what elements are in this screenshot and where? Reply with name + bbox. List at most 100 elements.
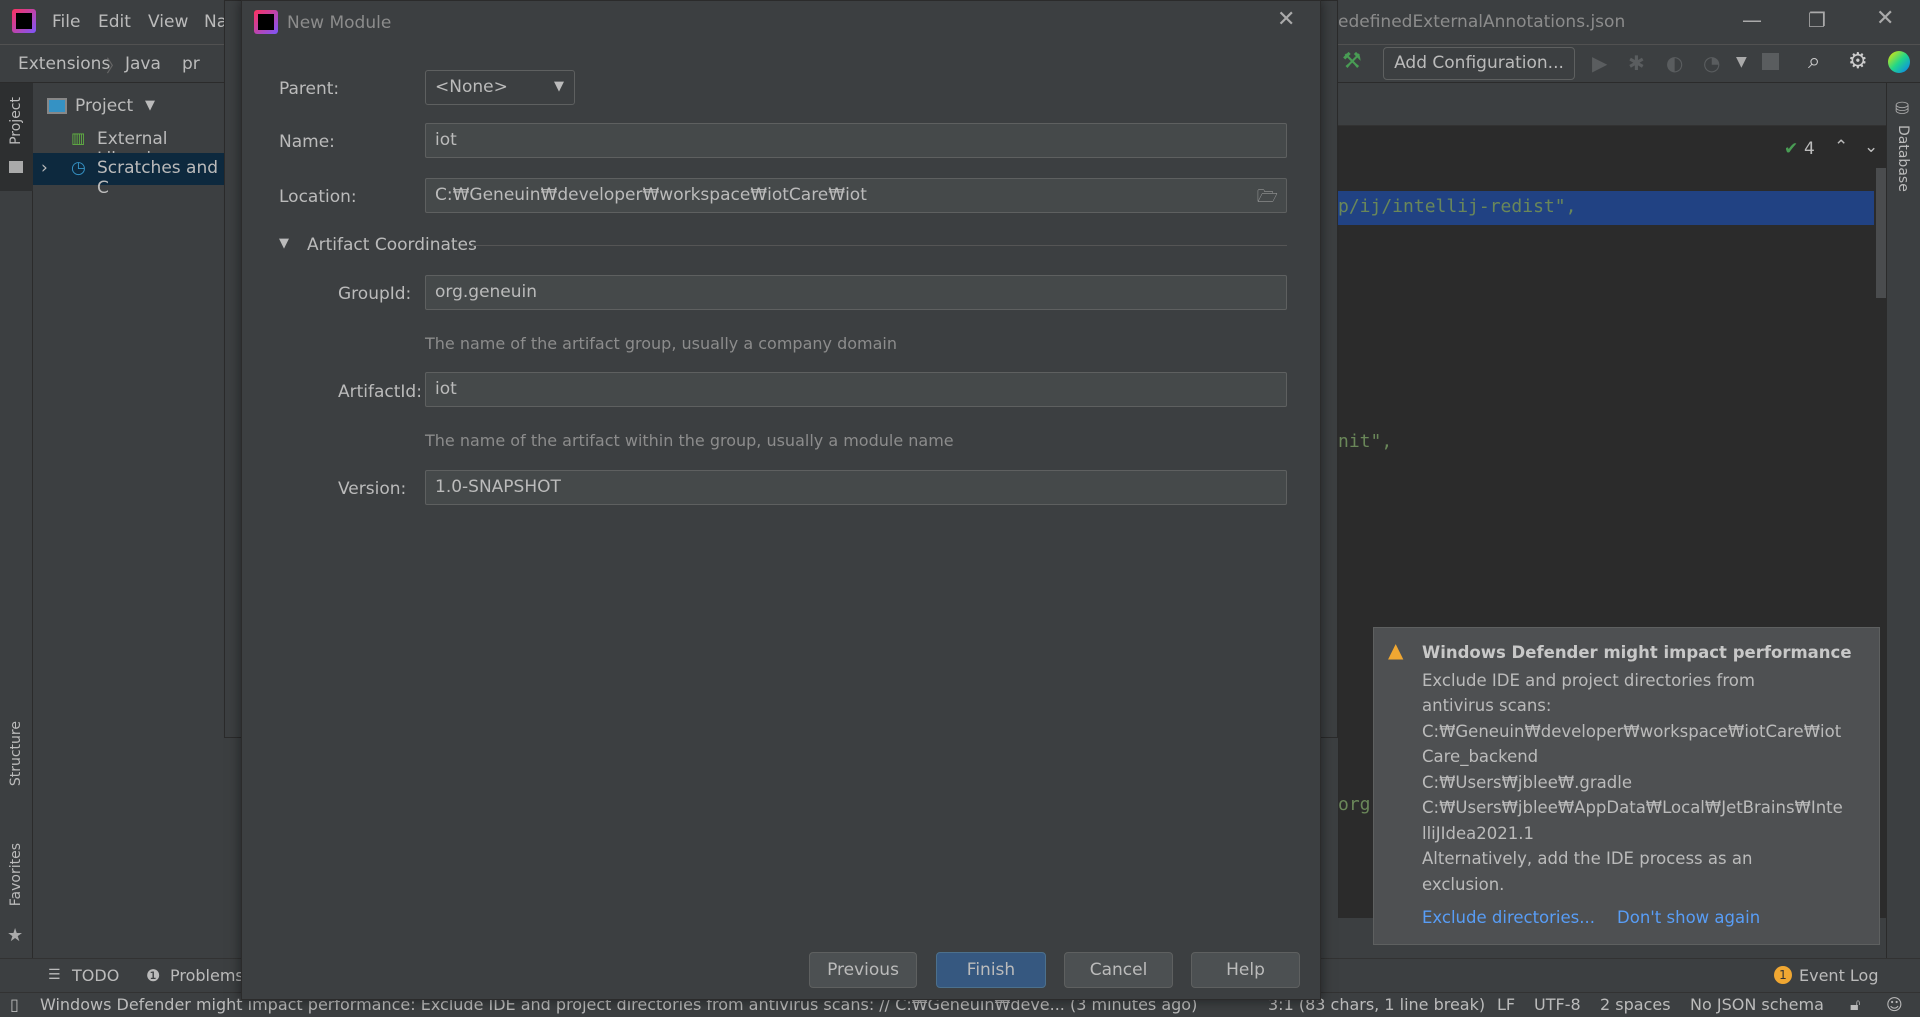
minimize-button[interactable]: — bbox=[1742, 8, 1762, 32]
dialog-title: New Module bbox=[287, 13, 392, 33]
finish-button[interactable]: Finish bbox=[936, 952, 1046, 988]
event-count-badge: 1 bbox=[1774, 966, 1792, 984]
location-label: Location: bbox=[279, 187, 357, 207]
left-tool-strip: Project Structure Favorites ★ bbox=[0, 83, 33, 958]
location-input[interactable]: C:₩Geneuin₩developer₩workspace₩iotCare₩i… bbox=[425, 178, 1287, 213]
artifactid-input[interactable]: iot bbox=[425, 372, 1287, 407]
gear-icon[interactable]: ⚙ bbox=[1848, 49, 1868, 74]
right-tool-strip: ⛁ Database bbox=[1886, 83, 1920, 958]
json-schema[interactable]: No JSON schema bbox=[1690, 995, 1824, 1014]
previous-highlight-icon[interactable]: ⌃ bbox=[1834, 137, 1848, 157]
notification-balloon: ▲ Windows Defender might impact performa… bbox=[1373, 627, 1880, 945]
warning-icon: ▲ bbox=[1388, 638, 1404, 662]
close-dialog-button[interactable]: ✕ bbox=[1277, 7, 1295, 32]
lock-icon[interactable]: 🔓︎ bbox=[1850, 995, 1860, 1015]
tool-window-database[interactable]: Database bbox=[1895, 125, 1911, 192]
profile-icon[interactable]: ◔ bbox=[1703, 51, 1720, 75]
menu-view[interactable]: View bbox=[148, 12, 188, 32]
menu-file[interactable]: File bbox=[52, 12, 80, 32]
name-input[interactable]: iot bbox=[425, 123, 1287, 158]
search-icon[interactable]: ⌕ bbox=[1808, 49, 1820, 74]
location-value: C:₩Geneuin₩developer₩workspace₩iotCare₩i… bbox=[435, 185, 867, 205]
exclude-directories-link[interactable]: Exclude directories... bbox=[1422, 908, 1595, 927]
menu-edit[interactable]: Edit bbox=[98, 12, 131, 32]
section-divider bbox=[472, 245, 1287, 246]
library-icon: ▥ bbox=[71, 129, 86, 147]
run-icon[interactable]: ▶ bbox=[1592, 51, 1607, 75]
notification-line: antivirus scans: bbox=[1422, 696, 1552, 715]
close-window-button[interactable]: ✕ bbox=[1876, 6, 1894, 31]
project-tool-label: Project bbox=[8, 97, 24, 145]
tool-window-event-log[interactable]: Event Log bbox=[1799, 966, 1879, 985]
structure-tool-label: Structure bbox=[8, 721, 24, 787]
new-module-dialog: New Module ✕ Parent: <None> ▼ Name: iot … bbox=[241, 0, 1321, 1000]
name-label: Name: bbox=[279, 132, 335, 152]
editor-scrollbar[interactable] bbox=[1876, 168, 1886, 298]
folder-icon bbox=[9, 161, 23, 173]
notification-line: Exclude IDE and project directories from bbox=[1422, 670, 1755, 690]
coverage-icon[interactable]: ◐ bbox=[1666, 51, 1683, 75]
cancel-button[interactable]: Cancel bbox=[1064, 952, 1173, 988]
parent-select[interactable]: <None> ▼ bbox=[425, 70, 575, 105]
database-icon: ⛁ bbox=[1895, 99, 1910, 119]
notification-title: Windows Defender might impact performanc… bbox=[1422, 643, 1852, 662]
intellij-logo-icon bbox=[254, 10, 278, 34]
inspection-ok-icon[interactable]: ✔ bbox=[1784, 139, 1798, 159]
chevron-down-icon[interactable]: ▼ bbox=[1736, 54, 1747, 70]
breadcrumb-pr[interactable]: pr bbox=[182, 54, 200, 74]
notification-line: lliJIdea2021.1 bbox=[1422, 823, 1534, 843]
breadcrumb-extensions[interactable]: Extensions bbox=[18, 54, 110, 74]
next-highlight-icon[interactable]: ⌄ bbox=[1864, 137, 1878, 157]
status-toggle-icon[interactable]: ▯ bbox=[10, 995, 19, 1014]
project-header[interactable]: Project bbox=[75, 96, 133, 116]
chevron-right-icon[interactable]: › bbox=[41, 158, 48, 178]
browse-folder-icon[interactable]: 🗁︎ bbox=[1257, 184, 1278, 213]
file-encoding[interactable]: UTF-8 bbox=[1534, 995, 1581, 1014]
tool-window-project[interactable]: Project bbox=[0, 83, 33, 191]
build-hammer-icon[interactable]: ⚒ bbox=[1342, 49, 1362, 74]
parent-value: <None> bbox=[435, 77, 508, 97]
artifactid-label: ArtifactId: bbox=[338, 382, 422, 402]
tool-window-todo[interactable]: TODO bbox=[72, 966, 119, 985]
project-view-icon bbox=[47, 98, 67, 114]
inspection-count: 4 bbox=[1804, 139, 1815, 159]
code-line: nit", bbox=[1338, 431, 1393, 452]
intellij-logo-icon bbox=[12, 9, 36, 33]
help-button[interactable]: Help bbox=[1191, 952, 1300, 988]
tool-window-problems[interactable]: Problems bbox=[170, 966, 244, 985]
stop-icon[interactable] bbox=[1762, 53, 1779, 70]
notification-line: Alternatively, add the IDE process as an bbox=[1422, 849, 1753, 868]
notification-line: C:₩Users₩jblee₩.gradle bbox=[1422, 772, 1632, 792]
todo-icon: ☰ bbox=[48, 967, 61, 983]
tool-window-structure[interactable]: Structure bbox=[0, 721, 33, 821]
selected-line: p/ij/intellij-redist", bbox=[1338, 191, 1874, 225]
collapse-triangle-icon[interactable]: ▼ bbox=[279, 236, 289, 251]
chevron-down-icon[interactable]: ▼ bbox=[145, 98, 155, 113]
version-input[interactable]: 1.0-SNAPSHOT bbox=[425, 470, 1287, 505]
restore-button[interactable]: ❐ bbox=[1808, 8, 1826, 32]
code-line: p/ij/intellij-redist", bbox=[1338, 196, 1577, 217]
tree-item-selected[interactable]: › ◷ Scratches and C bbox=[33, 153, 233, 198]
tool-window-favorites[interactable]: Favorites ★ bbox=[0, 843, 33, 953]
breadcrumb-java[interactable]: Java bbox=[125, 54, 161, 74]
toolbox-icon[interactable] bbox=[1888, 51, 1910, 73]
groupid-input[interactable]: org.geneuin bbox=[425, 275, 1287, 310]
previous-button[interactable]: Previous bbox=[809, 952, 917, 988]
add-configuration-button[interactable]: Add Configuration... bbox=[1383, 47, 1575, 80]
inspector-icon[interactable]: ☺ bbox=[1886, 995, 1903, 1014]
line-separator[interactable]: LF bbox=[1497, 995, 1515, 1014]
notification-line: C:₩Users₩jblee₩AppData₩Local₩JetBrains₩I… bbox=[1422, 798, 1843, 817]
notification-line: Care_backend bbox=[1422, 747, 1539, 766]
parent-label: Parent: bbox=[279, 79, 340, 99]
chevron-down-icon: ▼ bbox=[554, 79, 564, 94]
notification-line: C:₩Geneuin₩developer₩workspace₩iotCare₩i… bbox=[1422, 721, 1842, 741]
artifactid-hint: The name of the artifact within the grou… bbox=[425, 431, 954, 450]
groupid-hint: The name of the artifact group, usually … bbox=[425, 334, 897, 353]
artifact-coordinates-section[interactable]: Artifact Coordinates bbox=[307, 235, 477, 255]
indent-setting[interactable]: 2 spaces bbox=[1600, 995, 1671, 1014]
dont-show-again-link[interactable]: Don't show again bbox=[1617, 908, 1760, 927]
groupid-label: GroupId: bbox=[338, 284, 412, 304]
version-label: Version: bbox=[338, 479, 407, 499]
window-title: edefinedExternalAnnotations.json bbox=[1338, 12, 1626, 32]
debug-icon[interactable]: ✱ bbox=[1628, 51, 1645, 75]
